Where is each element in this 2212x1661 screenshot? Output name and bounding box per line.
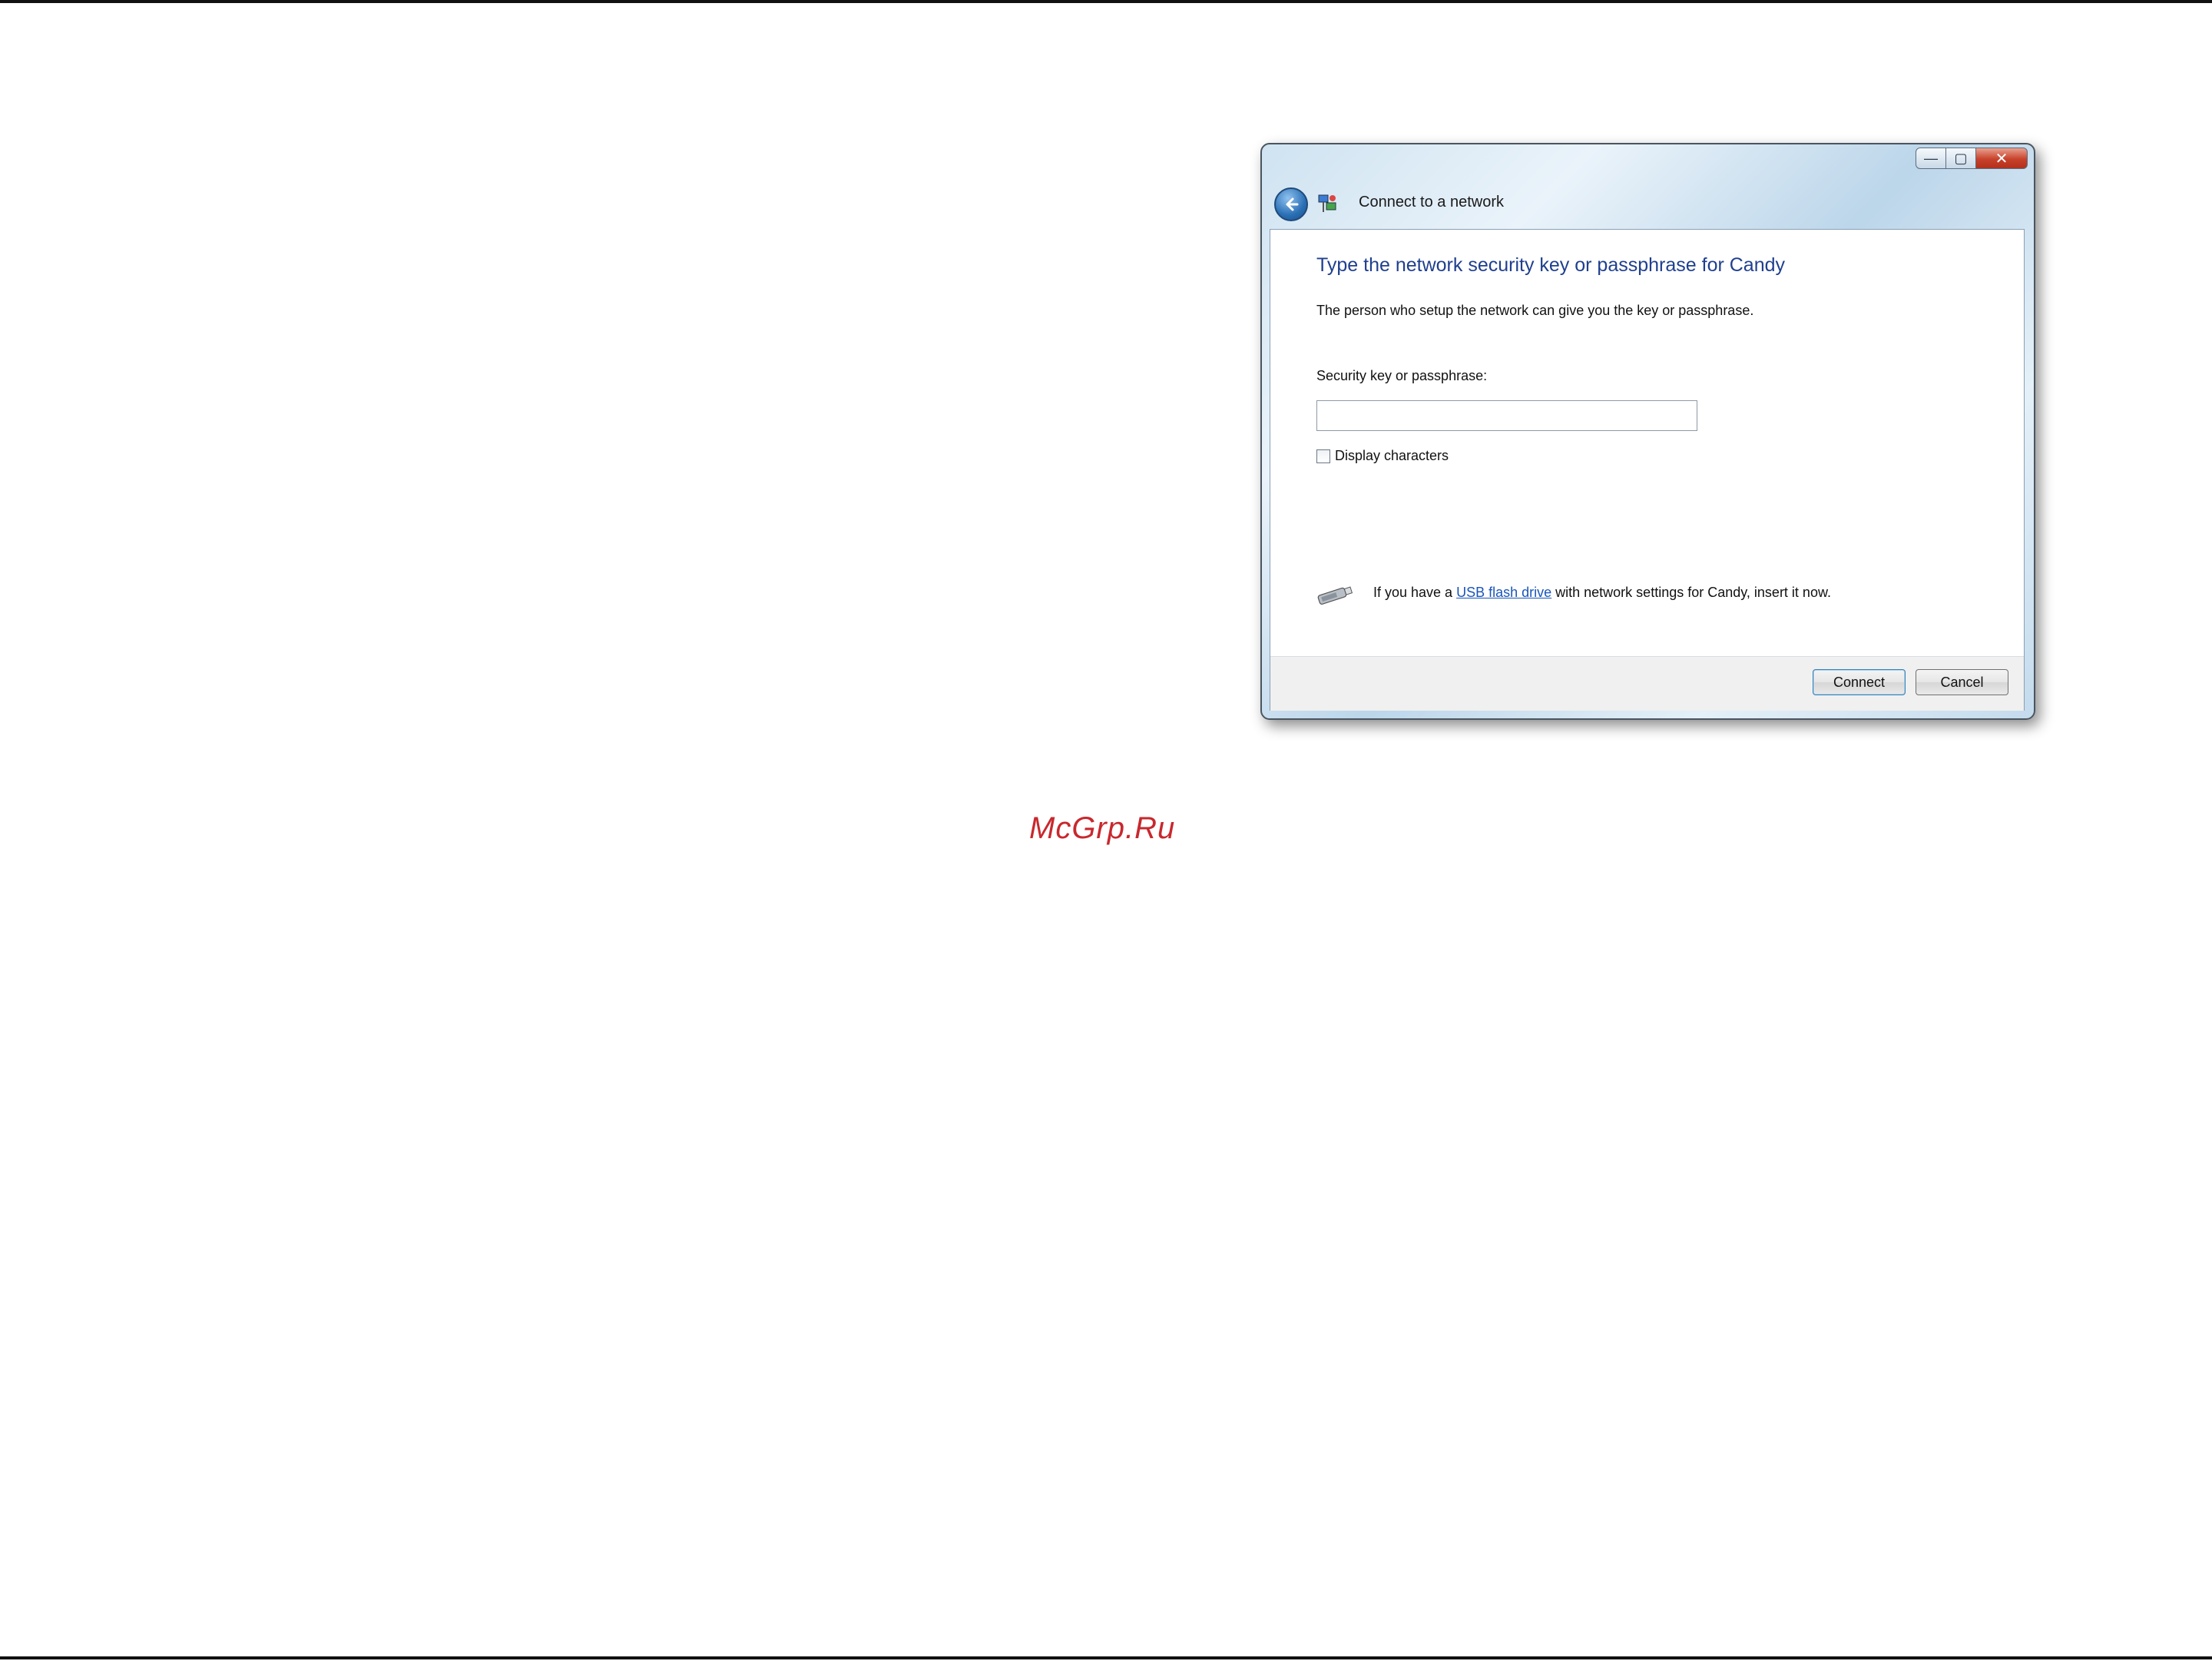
watermark: McGrp.Ru: [1029, 811, 1176, 845]
bottom-rule: [0, 1656, 2212, 1659]
display-characters-checkbox[interactable]: [1316, 449, 1330, 463]
usb-instruction: If you have a USB flash drive with netwo…: [1373, 585, 1831, 601]
dialog-heading: Type the network security key or passphr…: [1316, 254, 1786, 276]
security-key-input[interactable]: [1316, 400, 1697, 431]
window-title: Connect to a network: [1359, 194, 1504, 211]
window-controls: — ▢ ✕: [1916, 148, 2028, 171]
network-icon: [1318, 194, 1336, 212]
maximize-button[interactable]: ▢: [1946, 148, 1976, 169]
connect-button[interactable]: Connect: [1813, 669, 1906, 695]
usb-drive-icon: [1317, 586, 1353, 605]
back-arrow-icon: [1286, 197, 1299, 211]
usb-text-suffix: with network settings for Candy, insert …: [1551, 585, 1831, 600]
dialog-footer: Connect Cancel: [1270, 656, 2024, 711]
dialog-content: Type the network security key or passphr…: [1270, 229, 2025, 711]
usb-text-prefix: If you have a: [1373, 585, 1457, 600]
close-button[interactable]: ✕: [1976, 148, 2028, 169]
back-button[interactable]: [1274, 187, 1308, 221]
dialog-description: The person who setup the network can giv…: [1316, 303, 1754, 318]
usb-flash-drive-link[interactable]: USB flash drive: [1456, 585, 1551, 600]
cancel-button[interactable]: Cancel: [1916, 669, 2008, 695]
display-characters-row[interactable]: Display characters: [1316, 448, 1449, 464]
top-rule: [0, 0, 2212, 3]
security-key-label: Security key or passphrase:: [1316, 368, 1488, 383]
minimize-button[interactable]: —: [1916, 148, 1946, 169]
connect-network-window: — ▢ ✕ Connect to a network Type the netw…: [1260, 143, 2035, 720]
display-characters-label[interactable]: Display characters: [1335, 448, 1449, 464]
